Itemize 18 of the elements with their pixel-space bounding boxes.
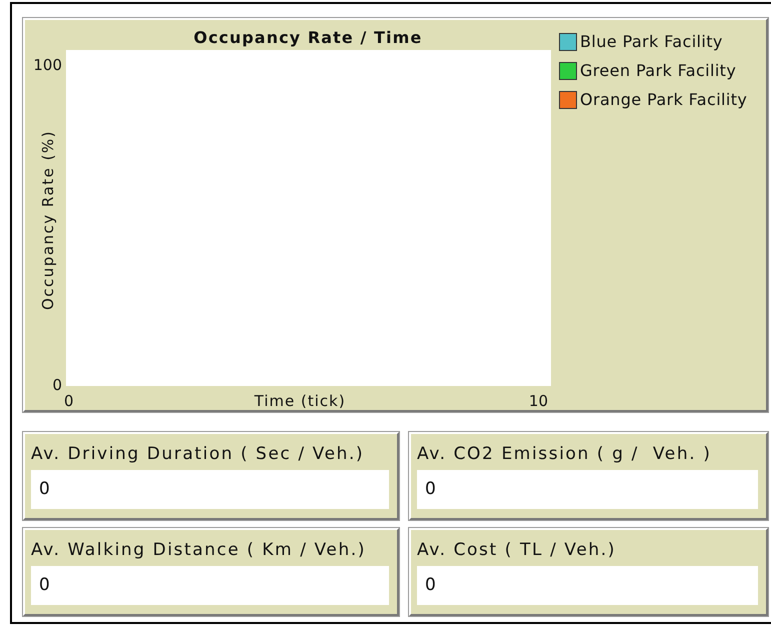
chart-title: Occupancy Rate / Time (194, 28, 422, 47)
monitor-value: 0 (31, 470, 389, 509)
x-axis-label: Time (tick) (254, 392, 346, 410)
monitor-label: Av. CO2 Emission ( g / Veh. ) (417, 443, 712, 466)
legend-label: Green Park Facility (580, 61, 736, 80)
monitor-value: 0 (417, 566, 758, 605)
legend-label: Blue Park Facility (580, 32, 723, 51)
y-tick-label: 100 (33, 56, 62, 74)
monitor-label: Av. Cost ( TL / Veh.) (417, 539, 617, 562)
x-tick-label: 0 (64, 392, 74, 410)
monitor-value: 0 (417, 470, 758, 509)
monitor-label: Av. Driving Duration ( Sec / Veh.) (31, 443, 366, 466)
monitor-value: 0 (31, 566, 389, 605)
legend-label: Orange Park Facility (580, 90, 748, 109)
x-tick-label: 10 (528, 392, 548, 410)
monitor-label: Av. Walking Distance ( Km / Veh.) (31, 539, 367, 562)
y-tick-label: 0 (52, 376, 62, 394)
y-axis-label: Occupancy Rate (%) (39, 130, 57, 310)
